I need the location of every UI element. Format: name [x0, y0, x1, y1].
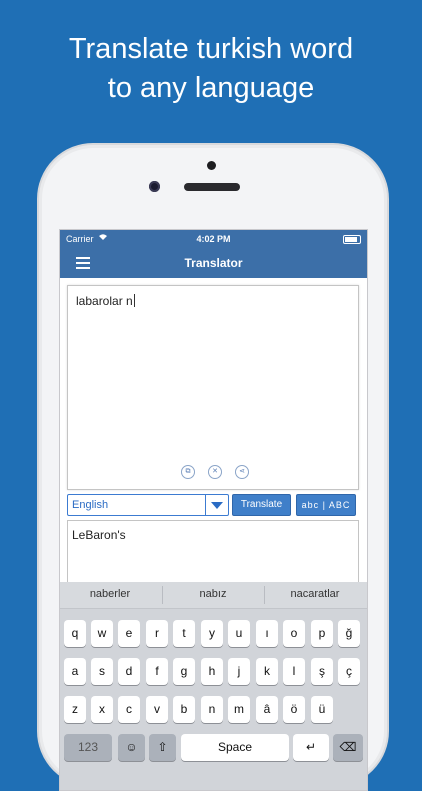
- key-f[interactable]: f: [146, 658, 168, 685]
- suggestion-2[interactable]: nabız: [163, 588, 263, 600]
- share-icon[interactable]: ⋖: [235, 465, 249, 479]
- source-text-value: labarolar n: [76, 294, 133, 308]
- input-actions: ⧉ ✕ ⋖: [181, 465, 261, 479]
- suggestion-bar: naberler nabız nacaratlar: [60, 582, 367, 609]
- headline-line-1: Translate turkish word: [68, 33, 354, 65]
- key-s[interactable]: s: [91, 658, 113, 685]
- key-c-cedilla[interactable]: ç: [338, 658, 360, 685]
- key-b[interactable]: b: [173, 696, 195, 723]
- key-u[interactable]: u: [228, 620, 250, 647]
- headline: Translate turkish word to any language: [0, 30, 422, 108]
- close-icon[interactable]: ✕: [208, 465, 222, 479]
- language-select[interactable]: English: [67, 494, 229, 516]
- source-text-input[interactable]: labarolar n ⧉ ✕ ⋖: [67, 285, 359, 490]
- key-o[interactable]: o: [283, 620, 305, 647]
- app-screen: Carrier 4:02 PM Translator labarolar n ⧉…: [59, 229, 368, 791]
- return-icon[interactable]: ↵: [293, 734, 329, 761]
- key-z[interactable]: z: [64, 696, 86, 723]
- suggestion-1[interactable]: naberler: [60, 588, 160, 600]
- globe-icon[interactable]: ⇧: [149, 734, 176, 761]
- front-camera-icon: [149, 181, 160, 192]
- text-caret: [133, 294, 135, 307]
- key-u-umlaut[interactable]: ü: [311, 696, 333, 723]
- nav-bar: Translator: [60, 248, 367, 278]
- key-q[interactable]: q: [64, 620, 86, 647]
- key-j[interactable]: j: [228, 658, 250, 685]
- backspace-icon[interactable]: ⌫: [333, 734, 363, 761]
- key-g-breve[interactable]: ğ: [338, 620, 360, 647]
- battery-icon: [343, 235, 361, 244]
- copy-icon[interactable]: ⧉: [181, 465, 195, 479]
- key-v[interactable]: v: [146, 696, 168, 723]
- source-text: labarolar n: [76, 294, 135, 308]
- key-n[interactable]: n: [201, 696, 223, 723]
- key-s-cedilla[interactable]: ş: [311, 658, 333, 685]
- key-d[interactable]: d: [118, 658, 140, 685]
- language-select-value: English: [72, 499, 109, 511]
- key-w[interactable]: w: [91, 620, 113, 647]
- headline-line-2: to any language: [107, 72, 315, 104]
- page-title: Translator: [184, 256, 243, 270]
- key-g[interactable]: g: [173, 658, 195, 685]
- status-time: 4:02 PM: [196, 234, 231, 244]
- key-p[interactable]: p: [311, 620, 333, 647]
- key-e[interactable]: e: [118, 620, 140, 647]
- status-bar: Carrier 4:02 PM: [60, 230, 367, 248]
- key-numbers[interactable]: 123: [64, 734, 112, 761]
- key-h[interactable]: h: [201, 658, 223, 685]
- translate-button[interactable]: Translate: [232, 494, 291, 516]
- key-a-circumflex[interactable]: â: [256, 696, 278, 723]
- key-y[interactable]: y: [201, 620, 223, 647]
- chevron-down-icon[interactable]: [205, 495, 228, 515]
- key-m[interactable]: m: [228, 696, 250, 723]
- top-sensor-icon: [207, 161, 216, 170]
- key-space[interactable]: Space: [181, 734, 289, 761]
- key-t[interactable]: t: [173, 620, 195, 647]
- speaker-icon: [184, 183, 240, 191]
- key-r[interactable]: r: [146, 620, 168, 647]
- phone-frame: Carrier 4:02 PM Translator labarolar n ⧉…: [37, 143, 389, 791]
- key-o-umlaut[interactable]: ö: [283, 696, 305, 723]
- keyboard: naberler nabız nacaratlar q w e r t y u …: [60, 582, 367, 790]
- suggestion-3[interactable]: nacaratlar: [265, 588, 365, 600]
- key-l[interactable]: l: [283, 658, 305, 685]
- emoji-icon[interactable]: ☺: [118, 734, 145, 761]
- key-a[interactable]: a: [64, 658, 86, 685]
- key-k[interactable]: k: [256, 658, 278, 685]
- translation-text: LeBaron's: [72, 528, 126, 542]
- key-dotless-i[interactable]: ı: [256, 620, 278, 647]
- case-toggle-button[interactable]: abc | ABC: [296, 494, 356, 516]
- key-x[interactable]: x: [91, 696, 113, 723]
- key-c[interactable]: c: [118, 696, 140, 723]
- translate-controls: English Translate abc | ABC: [67, 494, 361, 516]
